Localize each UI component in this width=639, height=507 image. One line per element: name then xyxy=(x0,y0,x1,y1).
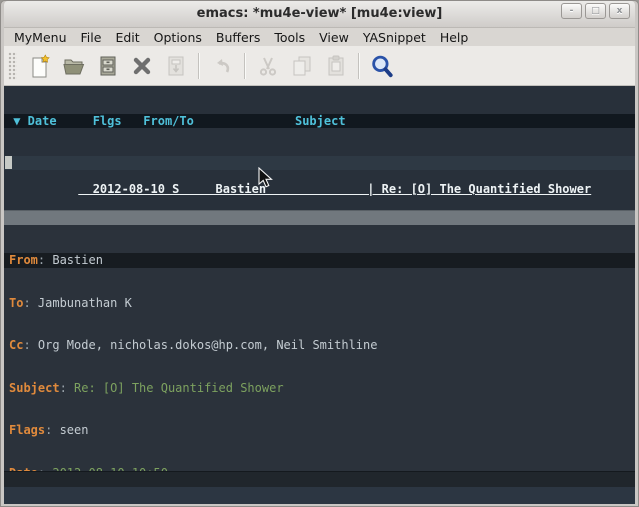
close-button[interactable]: x xyxy=(609,3,630,19)
menu-bar: MyMenu File Edit Options Buffers Tools V… xyxy=(4,27,635,46)
field-from: From: Bastien xyxy=(4,253,635,268)
open-folder-icon xyxy=(62,54,86,78)
search-button[interactable] xyxy=(367,51,397,81)
cut-button[interactable] xyxy=(253,51,283,81)
echo-area[interactable] xyxy=(4,487,635,504)
field-subject: Subject: Re: [O] The Quantified Shower xyxy=(4,381,635,396)
undo-icon xyxy=(210,54,234,78)
copy-icon xyxy=(290,54,314,78)
cut-icon xyxy=(256,54,280,78)
menu-mymenu[interactable]: MyMenu xyxy=(14,30,67,45)
mouse-cursor xyxy=(258,167,274,189)
save-button[interactable] xyxy=(93,51,123,81)
paste-button[interactable] xyxy=(321,51,351,81)
window-controls: - □ x xyxy=(561,3,630,19)
modeline-headers[interactable]: *mu4e-headers* ( 1, 0) [All/275] [mu4e-h… xyxy=(4,210,635,225)
menu-help[interactable]: Help xyxy=(440,30,469,45)
search-icon xyxy=(369,53,395,79)
headers-header-line[interactable]: ▼ Date Flgs From/To Subject xyxy=(4,114,635,128)
header-row-selected[interactable]: 2012-08-10 S Bastien | Re: [O] The Quant… xyxy=(4,156,635,170)
toolbar-separator xyxy=(244,53,246,79)
minimize-button[interactable]: - xyxy=(561,3,582,19)
field-cc: Cc: Org Mode, nicholas.dokos@hp.com, Nei… xyxy=(4,338,635,353)
menu-view[interactable]: View xyxy=(319,30,349,45)
tool-bar xyxy=(4,46,635,86)
menu-options[interactable]: Options xyxy=(154,30,202,45)
new-file-button[interactable] xyxy=(25,51,55,81)
save-as-button[interactable] xyxy=(161,51,191,81)
menu-yasnippet[interactable]: YASnippet xyxy=(363,30,426,45)
titlebar[interactable]: emacs: *mu4e-view* [mu4e:view] - □ x xyxy=(4,1,635,27)
toolbar-drag-handle[interactable] xyxy=(8,52,17,80)
mu4e-view-window: From: Bastien To: Jambunathan K Cc: Org … xyxy=(4,225,635,471)
new-file-icon xyxy=(28,54,52,78)
field-flags: Flags: seen xyxy=(4,423,635,438)
field-to: To: Jambunathan K xyxy=(4,296,635,311)
save-as-icon xyxy=(164,54,188,78)
header-row[interactable]: 2012-08-10 S Lanoxx | Re: Compiling glib… xyxy=(4,198,635,212)
modeline-view[interactable]: *mu4e-view* ( 1, 0) [All/372] [mu4e:view… xyxy=(4,471,635,487)
open-file-button[interactable] xyxy=(59,51,89,81)
delete-button[interactable] xyxy=(127,51,157,81)
toolbar-separator xyxy=(358,53,360,79)
save-icon xyxy=(96,54,120,78)
menu-file[interactable]: File xyxy=(81,30,102,45)
undo-button[interactable] xyxy=(207,51,237,81)
emacs-window: emacs: *mu4e-view* [mu4e:view] - □ x MyM… xyxy=(0,0,639,507)
toolbar-separator xyxy=(198,53,200,79)
window-title: emacs: *mu4e-view* [mu4e:view] xyxy=(4,1,635,27)
menu-tools[interactable]: Tools xyxy=(274,30,305,45)
menu-buffers[interactable]: Buffers xyxy=(216,30,260,45)
copy-button[interactable] xyxy=(287,51,317,81)
emacs-frame-content: ▼ Date Flgs From/To Subject 2012-08-10 S… xyxy=(4,86,635,504)
text-cursor xyxy=(5,156,12,169)
maximize-button[interactable]: □ xyxy=(585,3,606,19)
paste-icon xyxy=(324,54,348,78)
menu-edit[interactable]: Edit xyxy=(115,30,139,45)
mu4e-headers-window: ▼ Date Flgs From/To Subject 2012-08-10 S… xyxy=(4,86,635,210)
window-frame: emacs: *mu4e-view* [mu4e:view] - □ x MyM… xyxy=(0,0,639,507)
close-x-icon xyxy=(130,54,154,78)
